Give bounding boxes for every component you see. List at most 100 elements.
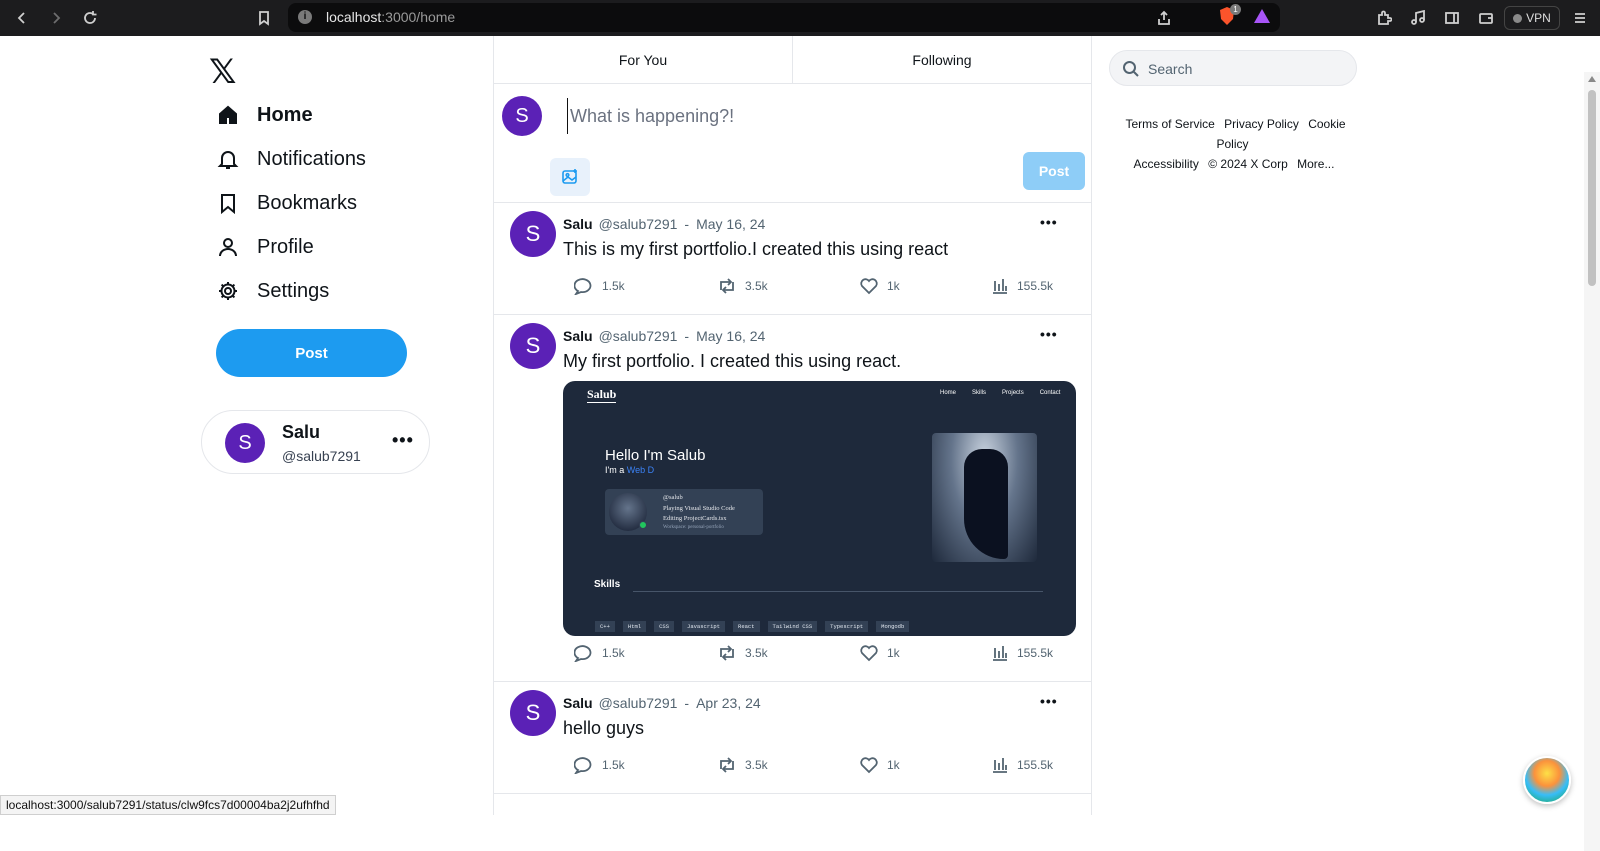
portfolio-brand: Salub (587, 387, 617, 403)
media-upload-button[interactable] (550, 158, 590, 196)
status-line: Editing ProjectCards.tsx (663, 515, 727, 522)
like-button[interactable]: 1k (859, 277, 900, 295)
extensions-icon[interactable] (1372, 6, 1396, 30)
tweet-author[interactable]: Salu (563, 328, 593, 344)
tweet-handle[interactable]: @salub7291 (599, 695, 678, 711)
discord-status-card: @salub Playing Visual Studio Code Editin… (605, 489, 763, 535)
skill-chip: Html (622, 621, 647, 632)
avatar[interactable]: S (510, 211, 556, 257)
tweet-date[interactable]: May 16, 24 (696, 328, 765, 344)
back-icon[interactable] (10, 6, 34, 30)
skill-chip: Mongodb (876, 621, 910, 632)
heart-icon (860, 645, 878, 662)
address-bar[interactable]: i localhost:3000/home (288, 3, 1280, 32)
footer-link-terms[interactable]: Terms of Service (1125, 117, 1214, 131)
footer-link-more[interactable]: More... (1297, 157, 1334, 171)
reply-button[interactable]: 1.5k (574, 756, 625, 774)
feed-tabs: For You Following (494, 36, 1091, 84)
bookmark-page-icon[interactable] (252, 6, 276, 30)
tweet-more-icon[interactable]: ••• (1040, 214, 1058, 230)
sidebar-item-label: Home (257, 103, 313, 126)
views-button[interactable]: 155.5k (991, 756, 1053, 774)
tweet-item[interactable]: S Salu @salub7291- Apr 23, 24 ••• hello gu… (494, 682, 1091, 794)
skills-heading: Skills (594, 579, 621, 590)
home-icon (214, 101, 242, 129)
scrollbar-thumb[interactable] (1588, 90, 1596, 286)
reload-icon[interactable] (78, 6, 102, 30)
scroll-up-icon[interactable] (1588, 76, 1596, 82)
reply-button[interactable]: 1.5k (574, 277, 625, 295)
forward-icon[interactable] (44, 6, 68, 30)
site-info-icon[interactable]: i (298, 10, 312, 24)
compose-post-button[interactable]: Post (1023, 152, 1085, 190)
account-handle: @salub7291 (282, 448, 361, 464)
portfolio-greeting: Hello I'm Salub (605, 447, 706, 464)
link-status-bar: localhost:3000/salub7291/status/clw9fcs7… (0, 795, 336, 815)
tweet-text: My first portfolio. I created this using… (563, 351, 902, 371)
footer-copyright: © 2024 X Corp (1208, 157, 1288, 171)
browser-toolbar: i localhost:3000/home 1 VPN (0, 0, 1600, 36)
skill-chip: CSS (654, 621, 675, 632)
avatar[interactable]: S (510, 323, 556, 369)
reply-button[interactable]: 1.5k (574, 644, 625, 662)
tab-following[interactable]: Following (792, 36, 1091, 83)
portfolio-role: I'm a Web D (605, 465, 655, 475)
retweet-icon (720, 645, 734, 661)
search-icon (1122, 60, 1140, 83)
sidebar-item-label: Profile (257, 235, 314, 258)
retweet-button[interactable]: 3.5k (717, 277, 768, 295)
media-icon[interactable] (1406, 6, 1430, 30)
meta-separator: - (684, 216, 690, 232)
retweet-button[interactable]: 3.5k (717, 756, 768, 774)
tweet-actions: 1.5k 3.5k 1k 155.5k (574, 644, 1059, 666)
sidebar-item-profile[interactable]: Profile (214, 225, 366, 269)
comment-icon (574, 645, 592, 662)
sidebar-item-settings[interactable]: Settings (214, 269, 366, 313)
search-box[interactable] (1109, 50, 1357, 86)
avatar: S (502, 96, 542, 136)
sidebar-item-bookmarks[interactable]: Bookmarks (214, 181, 366, 225)
wallet-icon[interactable] (1474, 6, 1498, 30)
retweet-button[interactable]: 3.5k (717, 644, 768, 662)
portfolio-nav: Home Skills Projects Contact (940, 390, 1060, 396)
page-scrollbar[interactable] (1584, 72, 1600, 851)
rewards-icon[interactable] (1253, 8, 1271, 24)
compose-input[interactable] (567, 98, 1007, 134)
tweet-item[interactable]: S Salu @salub7291- May 16, 24 ••• This is … (494, 203, 1091, 315)
tweet-item[interactable]: S Salu @salub7291- May 16, 24 ••• My first… (494, 315, 1091, 682)
retweet-icon (720, 757, 734, 773)
search-input[interactable] (1148, 57, 1348, 81)
like-button[interactable]: 1k (859, 756, 900, 774)
tweet-handle[interactable]: @salub7291 (599, 216, 678, 232)
tweet-date[interactable]: May 16, 24 (696, 216, 765, 232)
sidebar-item-notifications[interactable]: Notifications (214, 137, 366, 181)
sidebar-post-button[interactable]: Post (216, 329, 407, 377)
menu-icon[interactable] (1568, 6, 1592, 30)
like-button[interactable]: 1k (859, 644, 900, 662)
footer-link-privacy[interactable]: Privacy Policy (1224, 117, 1299, 131)
tweet-image[interactable]: Salub Home Skills Projects Contact Hello… (563, 381, 1076, 636)
tweet-author[interactable]: Salu (563, 695, 593, 711)
views-button[interactable]: 155.5k (991, 644, 1053, 662)
tab-for-you[interactable]: For You (494, 36, 792, 83)
tweet-date[interactable]: Apr 23, 24 (696, 695, 761, 711)
x-logo-icon[interactable]: 𝕏 (209, 52, 236, 92)
vpn-button[interactable]: VPN (1504, 6, 1560, 30)
url-text[interactable]: localhost:3000/home (326, 9, 455, 25)
account-switcher[interactable]: S Salu @salub7291 ••• (201, 410, 430, 474)
tweet-handle[interactable]: @salub7291 (599, 328, 678, 344)
footer-link-accessibility[interactable]: Accessibility (1134, 157, 1199, 171)
heart-icon (860, 757, 878, 774)
tweet-author[interactable]: Salu (563, 216, 593, 232)
tweet-more-icon[interactable]: ••• (1040, 693, 1058, 709)
retweet-icon (720, 278, 734, 294)
sidebar-item-home[interactable]: Home (214, 93, 366, 137)
tweet-more-icon[interactable]: ••• (1040, 326, 1058, 342)
views-button[interactable]: 155.5k (991, 277, 1053, 295)
assistant-bubble-icon[interactable] (1523, 756, 1571, 804)
sidebar-toggle-icon[interactable] (1440, 6, 1464, 30)
more-icon[interactable]: ••• (392, 430, 414, 451)
gear-icon (214, 277, 242, 305)
avatar[interactable]: S (510, 690, 556, 736)
share-icon[interactable] (1152, 6, 1176, 30)
